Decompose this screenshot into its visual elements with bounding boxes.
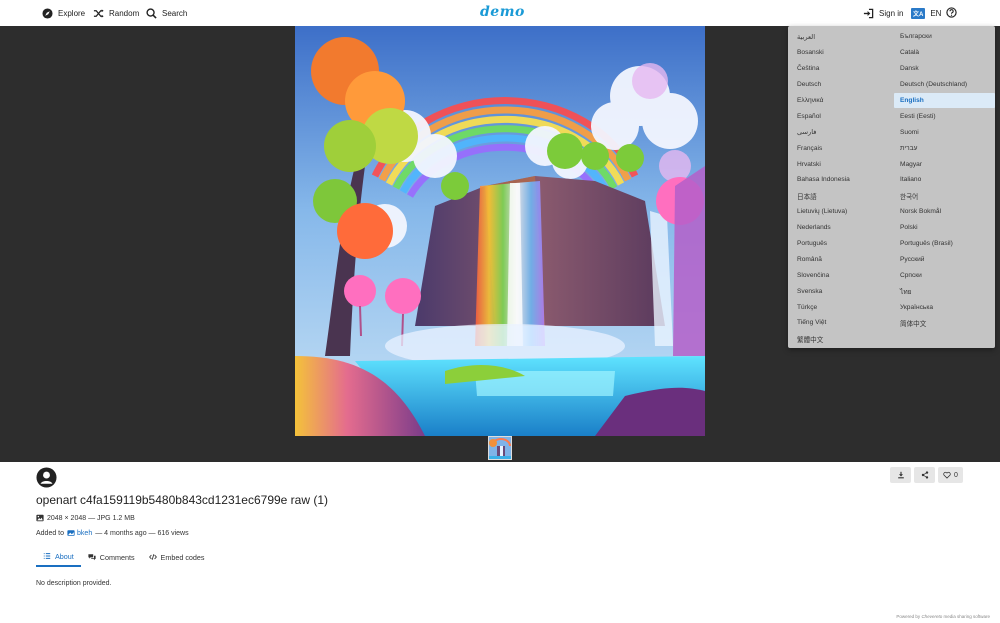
- sign-in-label: Sign in: [879, 9, 904, 18]
- share-icon: [921, 471, 928, 479]
- language-option[interactable]: Українська: [894, 299, 995, 315]
- language-option[interactable]: Français: [791, 140, 892, 156]
- nav-explore[interactable]: Explore: [42, 7, 85, 20]
- sign-in-link[interactable]: Sign in: [863, 7, 903, 20]
- language-option[interactable]: Svenska: [791, 283, 892, 299]
- album-name: bkeh: [77, 529, 93, 537]
- language-option[interactable]: Norsk Bokmål: [894, 204, 995, 220]
- language-option[interactable]: Português: [791, 236, 892, 252]
- heart-icon: [943, 471, 951, 479]
- site-logo[interactable]: demo: [480, 4, 525, 20]
- album-icon: [67, 530, 75, 536]
- language-option[interactable]: Català: [894, 45, 995, 61]
- nav-search-label: Search: [162, 9, 188, 18]
- language-option[interactable]: Dansk: [894, 61, 995, 77]
- nav-search[interactable]: Search: [146, 7, 187, 20]
- language-option[interactable]: Tiếng Việt: [791, 315, 892, 331]
- powered-by-label: Powered by: [896, 614, 921, 619]
- language-option[interactable]: Bahasa Indonesia: [791, 172, 892, 188]
- main-image[interactable]: [295, 26, 705, 436]
- language-option[interactable]: Eesti (Eesti): [894, 108, 995, 124]
- language-option[interactable]: Slovenčina: [791, 267, 892, 283]
- language-option[interactable]: Hrvatski: [791, 156, 892, 172]
- language-option[interactable]: العربية: [791, 29, 892, 45]
- language-option[interactable]: فارسی: [791, 124, 892, 140]
- tab-about[interactable]: About: [36, 547, 81, 567]
- nav-random[interactable]: Random: [93, 7, 139, 20]
- album-link[interactable]: bkeh: [67, 529, 92, 537]
- nav-random-label: Random: [109, 9, 140, 18]
- image-dimensions-size: 2048 × 2048 — JPG 1.2 MB: [47, 514, 135, 522]
- code-icon: [148, 554, 157, 560]
- language-option[interactable]: Српски: [894, 267, 995, 283]
- sign-in-icon: [863, 8, 874, 19]
- language-option[interactable]: Deutsch: [791, 77, 892, 93]
- added-to-label: Added to: [36, 529, 65, 537]
- download-icon: [897, 471, 904, 479]
- language-selector[interactable]: 文A EN: [911, 7, 941, 20]
- software-label: media sharing software: [943, 614, 990, 619]
- translate-icon: 文A: [911, 8, 926, 19]
- nav-explore-label: Explore: [58, 9, 86, 18]
- language-option[interactable]: Magyar: [894, 156, 995, 172]
- language-option[interactable]: Türkçe: [791, 299, 892, 315]
- language-option[interactable]: Polski: [894, 220, 995, 236]
- language-option[interactable]: Suomi: [894, 124, 995, 140]
- language-option[interactable]: 日本語: [791, 188, 892, 204]
- image-icon: [36, 514, 44, 522]
- tab-comments-label: Comments: [99, 552, 135, 562]
- tab-embed-codes-label: Embed codes: [160, 552, 205, 562]
- image-thumbnail[interactable]: [488, 436, 512, 460]
- added-time-views: — 4 months ago — 616 views: [95, 529, 189, 537]
- language-dropdown: العربية Български Bosanski Català Čeština Dan…: [788, 26, 995, 348]
- like-count: 0: [954, 471, 958, 479]
- language-option[interactable]: Italiano: [894, 172, 995, 188]
- language-option[interactable]: ไทย: [894, 283, 995, 299]
- language-option[interactable]: 简体中文: [894, 315, 995, 331]
- detail-tabs: About Comments Embed codes: [36, 547, 212, 567]
- language-option[interactable]: Bosanski: [791, 45, 892, 61]
- image-title: openart c4fa159119b5480b843cd1231ec6799e…: [36, 493, 329, 507]
- language-option[interactable]: Português (Brasil): [894, 236, 995, 252]
- language-option[interactable]: English: [894, 92, 995, 109]
- tab-comments[interactable]: Comments: [81, 547, 142, 567]
- language-option[interactable]: 繁體中文: [791, 331, 892, 347]
- shuffle-icon: [93, 9, 104, 18]
- language-option[interactable]: Ελληνικά: [791, 93, 892, 109]
- download-button[interactable]: [890, 467, 911, 483]
- image-description: No description provided.: [36, 580, 112, 587]
- language-option[interactable]: 한국어: [894, 188, 995, 204]
- tab-about-label: About: [55, 551, 74, 561]
- list-icon: [43, 553, 51, 559]
- tab-embed-codes[interactable]: Embed codes: [142, 547, 212, 567]
- share-button[interactable]: [914, 467, 935, 483]
- like-button[interactable]: 0: [938, 467, 963, 483]
- language-option[interactable]: Lietuvių (Lietuva): [791, 204, 892, 220]
- language-option[interactable]: Русский: [894, 251, 995, 267]
- image-actions: 0: [890, 467, 963, 483]
- image-added-info: Added to bkeh — 4 months ago — 616 views: [36, 529, 189, 537]
- brand-link[interactable]: Chevereto: [921, 614, 942, 619]
- language-option[interactable]: Español: [791, 108, 892, 124]
- language-code: EN: [930, 9, 942, 18]
- language-option[interactable]: Română: [791, 251, 892, 267]
- footer-credit: Powered by Chevereto media sharing softw…: [896, 614, 990, 619]
- user-avatar-icon[interactable]: [36, 467, 57, 488]
- language-option[interactable]: עברית: [894, 140, 995, 156]
- image-meta: 2048 × 2048 — JPG 1.2 MB: [36, 514, 135, 522]
- thumbnail-artwork: [489, 437, 511, 459]
- language-option[interactable]: Nederlands: [791, 220, 892, 236]
- compass-icon: [42, 8, 53, 19]
- comments-icon: [88, 554, 96, 561]
- rainbow-waterfall-artwork: [295, 26, 705, 436]
- help-icon[interactable]: [946, 7, 957, 18]
- language-option[interactable]: Български: [894, 29, 995, 45]
- search-icon: [146, 8, 157, 19]
- language-option[interactable]: Čeština: [791, 61, 892, 77]
- language-option[interactable]: Deutsch (Deutschland): [894, 77, 995, 93]
- top-bar: Explore Random Search demo Sign in 文A EN: [0, 0, 1000, 26]
